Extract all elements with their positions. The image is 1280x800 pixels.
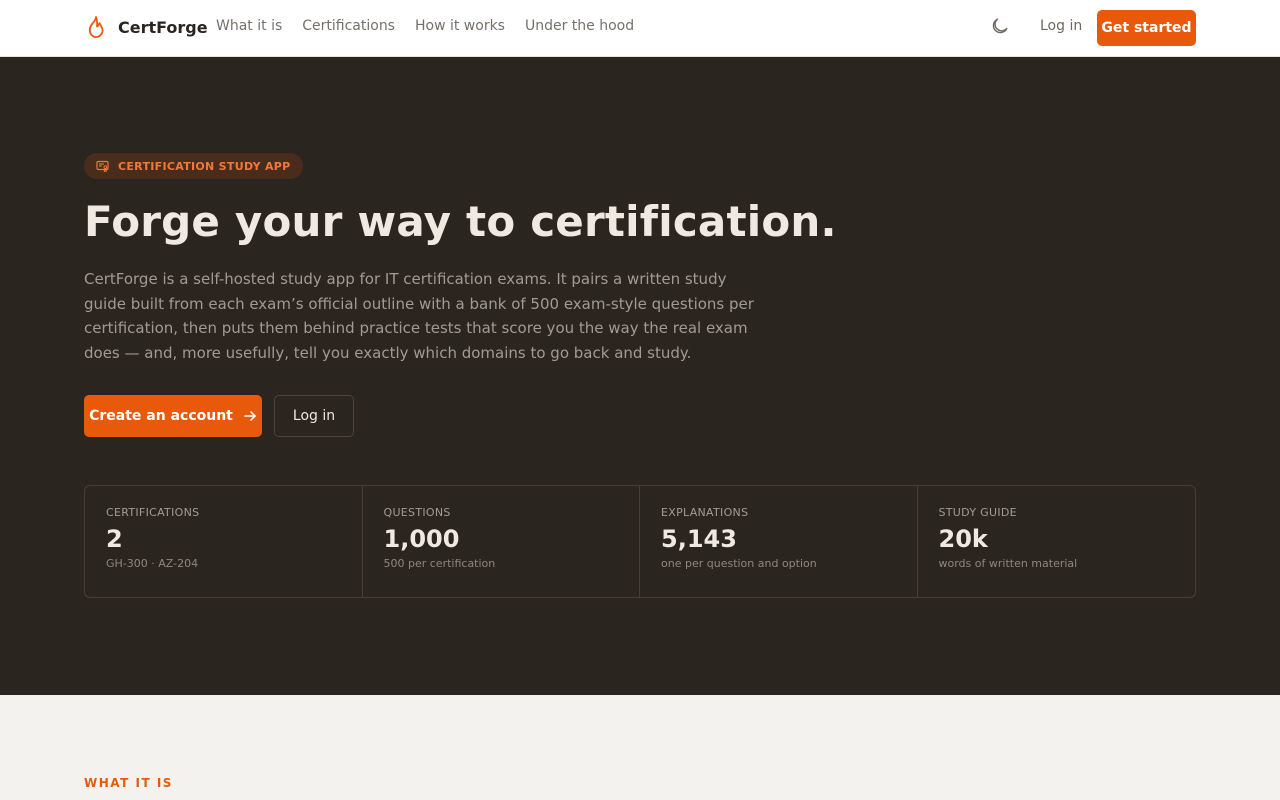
stat-label: STUDY GUIDE bbox=[938, 506, 1017, 519]
stat-subtext: words of written material bbox=[938, 557, 1078, 570]
arrow-right-icon bbox=[244, 411, 256, 421]
stat-study-guide: STUDY GUIDE 20k words of written materia… bbox=[918, 486, 1196, 597]
stat-subtext: one per question and option bbox=[661, 557, 817, 570]
stat-explanations: EXPLANATIONS 5,143 one per question and … bbox=[640, 486, 918, 597]
hero-description: CertForge is a self-hosted study app for… bbox=[84, 270, 754, 362]
stat-label: QUESTIONS bbox=[383, 506, 451, 519]
flame-icon bbox=[88, 16, 104, 38]
stat-label: CERTIFICATIONS bbox=[106, 506, 200, 519]
nav-link-certifications[interactable]: Certifications bbox=[302, 18, 395, 34]
hero-badge-label: CERTIFICATION STUDY APP bbox=[118, 159, 291, 173]
stat-subtext: GH-300 · AZ-204 bbox=[106, 557, 199, 570]
stat-value: 1,000 bbox=[383, 525, 460, 553]
nav-link-how-it-works[interactable]: How it works bbox=[415, 18, 505, 34]
stat-value: 20k bbox=[938, 525, 988, 553]
get-started-button[interactable]: Get started bbox=[1097, 10, 1196, 46]
stat-subtext: 500 per certification bbox=[383, 557, 496, 570]
brand-name: CertForge bbox=[118, 17, 208, 37]
create-account-button[interactable]: Create an account bbox=[84, 395, 262, 437]
stat-certifications: CERTIFICATIONS 2 GH-300 · AZ-204 bbox=[85, 486, 363, 597]
certificate-icon bbox=[96, 160, 109, 172]
stats-panel: CERTIFICATIONS 2 GH-300 · AZ-204 QUESTIO… bbox=[84, 485, 1196, 598]
header-login-link[interactable]: Log in bbox=[1040, 18, 1082, 34]
nav-link-under-the-hood[interactable]: Under the hood bbox=[525, 18, 634, 34]
stat-value: 5,143 bbox=[661, 525, 737, 553]
hero-section: CERTIFICATION STUDY APP Forge your way t… bbox=[0, 57, 1280, 695]
hero-title: Forge your way to certification. bbox=[84, 197, 837, 246]
top-navigation-bar: CertForge What it is Certifications How … bbox=[0, 0, 1280, 57]
stat-questions: QUESTIONS 1,000 500 per certification bbox=[363, 486, 640, 597]
main-nav: What it is Certifications How it works U… bbox=[216, 18, 654, 34]
brand-logo-link[interactable]: CertForge bbox=[86, 15, 208, 39]
hero-login-button[interactable]: Log in bbox=[274, 395, 354, 437]
create-account-button-label: Create an account bbox=[89, 408, 233, 424]
stat-value: 2 bbox=[106, 525, 123, 553]
nav-link-what-it-is[interactable]: What it is bbox=[216, 18, 282, 34]
hero-login-button-label: Log in bbox=[292, 408, 336, 424]
stat-label: EXPLANATIONS bbox=[661, 506, 749, 519]
section-eyebrow-what-it-is: WHAT IT IS bbox=[84, 776, 173, 790]
hero-badge: CERTIFICATION STUDY APP bbox=[84, 153, 303, 179]
moon-icon[interactable] bbox=[990, 16, 1010, 36]
